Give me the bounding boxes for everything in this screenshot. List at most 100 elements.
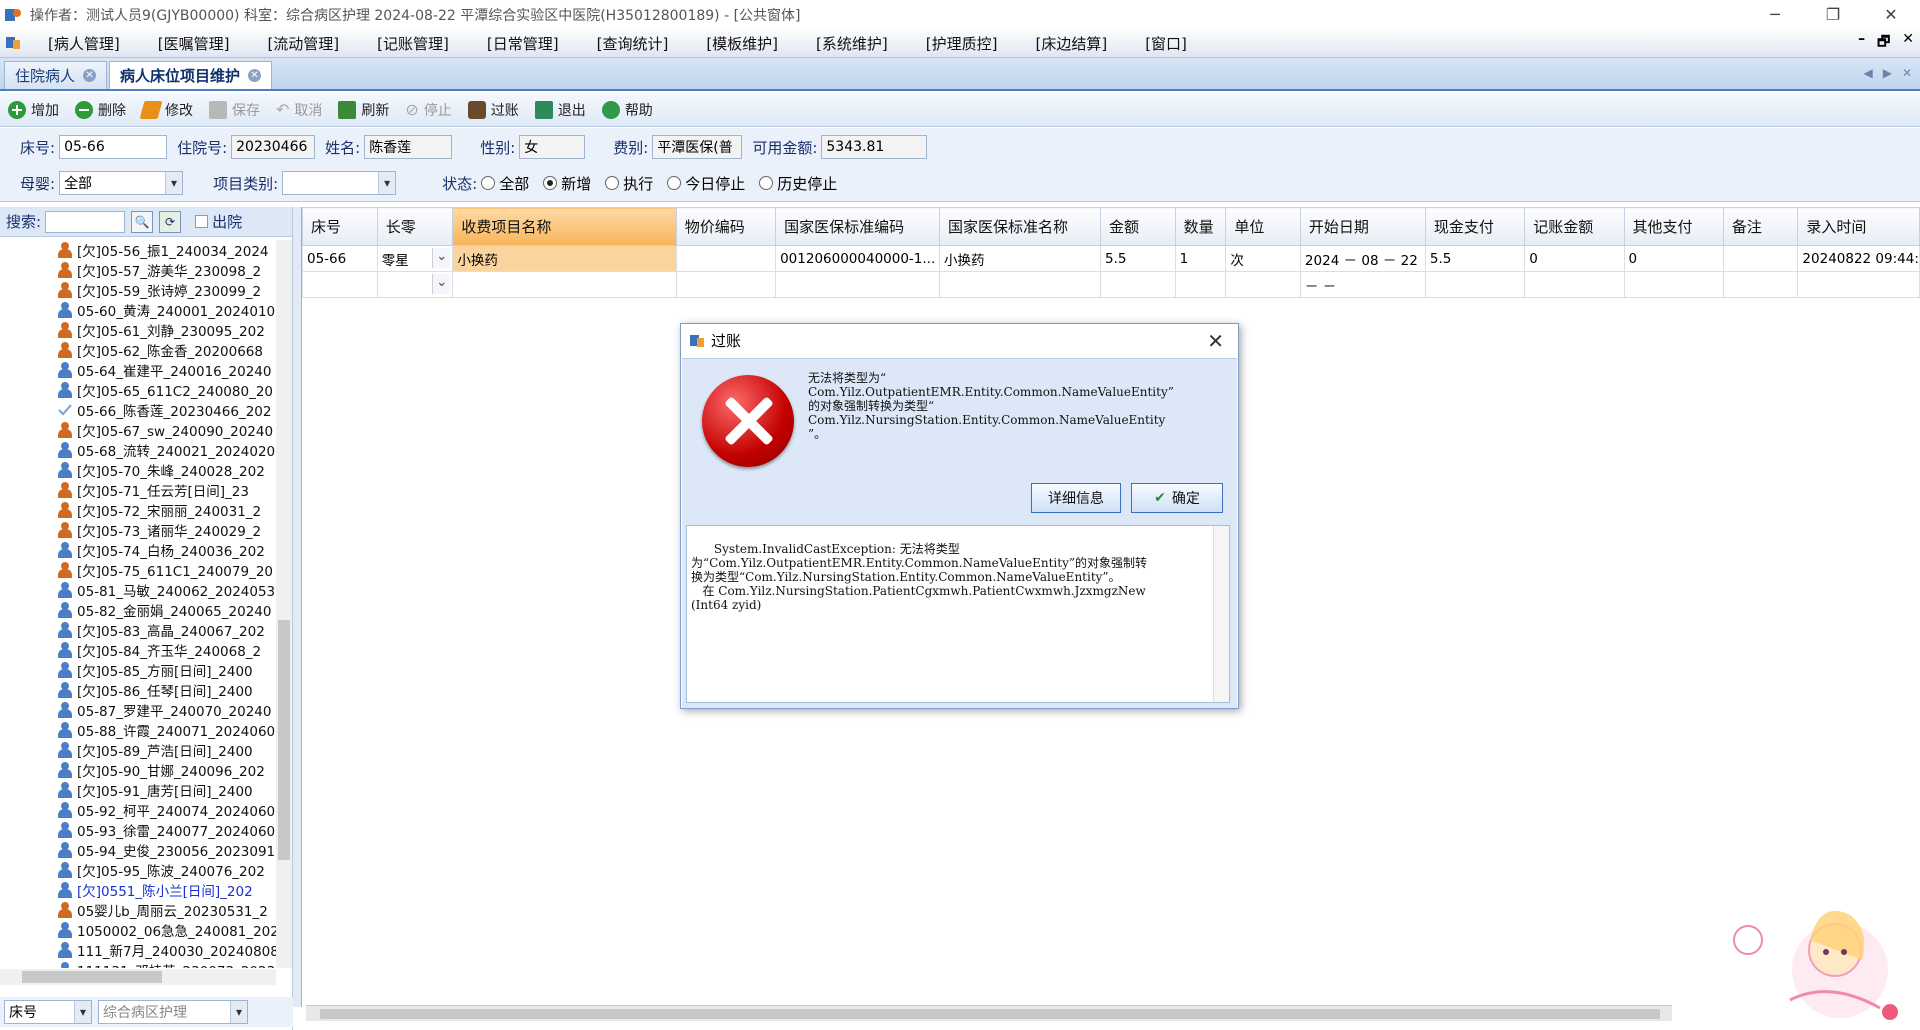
table-cell[interactable] [1722,271,1799,298]
column-header[interactable]: 备注 [1722,207,1799,246]
menu-system[interactable]: [系统维护] [794,33,904,54]
table-row[interactable]: ⌄ － － [302,271,1920,298]
balance-field[interactable]: 5343.81 [821,135,928,159]
patient-tree-item[interactable]: [欠]0551_陈小兰[日间]_202 [0,880,276,900]
table-cell[interactable] [675,271,777,298]
menu-orders[interactable]: [医嘱管理] [136,33,246,54]
table-cell[interactable]: 05-66 [302,245,378,272]
table-cell[interactable] [1100,271,1176,298]
patient-tree-item[interactable]: [欠]05-61_刘静_230095_202 [0,320,276,340]
minimize-button[interactable]: ─ [1746,0,1804,29]
menu-query[interactable]: [查询统计] [575,33,685,54]
column-header[interactable]: 现金支付 [1424,207,1526,246]
status-radio-executing[interactable]: 执行 [605,173,653,194]
patient-tree-item[interactable]: [欠]05-86_任琴[日间]_2400 [0,680,276,700]
column-header[interactable]: 其他支付 [1623,207,1724,246]
patient-tree-item[interactable]: 05-66_陈香莲_20230466_202 [0,400,276,420]
menu-window[interactable]: [窗口] [1123,33,1203,54]
chevron-down-icon[interactable]: ⌄ [432,248,451,268]
patient-tree-item[interactable]: [欠]05-84_齐玉华_240068_2 [0,640,276,660]
item-category-select[interactable] [282,171,397,195]
patient-tree-item[interactable]: 111131_邓桂英_230073_2023 [0,960,276,968]
patient-tree-item[interactable]: 05-87_罗建平_240070_20240 [0,700,276,720]
menu-billing[interactable]: [记账管理] [355,33,465,54]
tab-next-icon[interactable]: ▶ [1883,66,1892,80]
admission-field[interactable]: 20230466 [231,135,316,159]
patient-tree-item[interactable]: [欠]05-75_611C1_240079_20 [0,560,276,580]
table-cell[interactable] [1424,271,1526,298]
detail-scrollbar[interactable] [1213,526,1229,702]
search-input[interactable] [45,210,126,233]
exit-button[interactable]: 退出 [534,100,586,120]
delete-button[interactable]: 删除 [75,100,126,120]
column-header[interactable]: 国家医保标准编码 [775,207,941,246]
mdi-minimize-button[interactable]: – [1858,31,1865,55]
sort-field-select[interactable]: 床号 [4,1000,92,1024]
status-radio-stopped-today[interactable]: 今日停止 [667,173,745,194]
name-field[interactable]: 陈香莲 [364,135,453,159]
column-header[interactable]: 国家医保标准名称 [939,207,1102,246]
patient-tree-item[interactable]: 05-82_金丽娟_240065_20240 [0,600,276,620]
menu-daily[interactable]: [日常管理] [465,33,575,54]
patient-tree-item[interactable]: 05-64_崔建平_240016_20240 [0,360,276,380]
table-cell[interactable]: 5.5 [1100,245,1176,272]
patient-tree-item[interactable]: [欠]05-91_唐芳[日间]_2400 [0,780,276,800]
column-header[interactable]: 金额 [1100,207,1176,246]
fee-type-field[interactable]: 平潭医保(普 [652,135,743,159]
gender-field[interactable]: 女 [519,135,586,159]
table-cell[interactable]: 0 [1524,245,1625,272]
table-cell[interactable] [1797,271,1920,298]
table-cell[interactable]: 001206000040000-1... [775,245,941,272]
table-cell[interactable]: ⌄ [376,271,454,298]
patient-tree-item[interactable]: 05-68_流转_240021_2024020 [0,440,276,460]
tab-close-icon[interactable]: ✕ [83,69,97,82]
patient-tree-item[interactable]: 111_新7月_240030_20240808 [0,940,276,960]
table-cell[interactable] [1722,245,1799,272]
error-detail-text[interactable]: System.InvalidCastException: 无法将类型 为“Com… [686,525,1230,703]
patient-tree-item[interactable]: [欠]05-59_张诗婷_230099_2 [0,280,276,300]
menu-bedside[interactable]: [床边结算] [1013,33,1123,54]
table-cell[interactable] [1623,271,1724,298]
patient-tree-item[interactable]: 05-94_史俊_230056_2023091 [0,840,276,860]
table-cell[interactable]: 2024 － 08 － 22 [1299,245,1426,272]
patient-tree-item[interactable]: 05-93_徐雷_240077_2024060 [0,820,276,840]
post-button[interactable]: 过账 [467,100,519,120]
splitter[interactable] [293,207,301,1007]
column-header[interactable]: 记账金额 [1524,207,1625,246]
table-cell[interactable] [1524,271,1625,298]
table-row[interactable]: 05-66 零星 ⌄ 小换药 001206000040000-1... 小换药 5.5 1 次 2… [302,245,1920,272]
patient-tree-item[interactable]: 05-92_柯平_240074_2024060 [0,800,276,820]
menu-patient[interactable]: [病人管理] [26,33,136,54]
tree-vertical-scrollbar[interactable] [276,240,292,968]
column-header[interactable]: 单位 [1225,207,1301,246]
menu-flow[interactable]: [流动管理] [245,33,355,54]
table-cell[interactable] [939,271,1102,298]
status-radio-new[interactable]: 新增 [543,173,591,194]
patient-tree-item[interactable]: 1050002_06急急_240081_202 [0,920,276,940]
dialog-close-icon[interactable]: ✕ [1207,329,1224,353]
refresh-button[interactable]: 刷新 [338,100,389,120]
help-button[interactable]: 帮助 [601,100,653,120]
table-cell[interactable] [775,271,941,298]
column-header[interactable]: 长零 [376,207,454,246]
column-header[interactable]: 开始日期 [1299,207,1426,246]
table-cell[interactable]: 1 [1174,245,1227,272]
table-cell[interactable]: 次 [1225,245,1301,272]
patient-tree-item[interactable]: 05-81_马敏_240062_2024053 [0,580,276,600]
close-window-button[interactable]: ✕ [1862,0,1920,29]
table-cell[interactable]: 0 [1623,245,1724,272]
status-radio-all[interactable]: 全部 [481,173,529,194]
stop-button[interactable]: ⊘ 停止 [405,100,451,120]
column-header[interactable]: 床号 [302,207,378,246]
column-header[interactable]: 录入时间 [1797,207,1920,246]
patient-tree[interactable]: [欠]05-56_振1_240034_2024 [欠]05-57_游美华_2300… [0,240,276,968]
patient-tree-item[interactable]: [欠]05-57_游美华_230098_2 [0,260,276,280]
tab-bed-items[interactable]: 病人床位项目维护 ✕ [109,61,273,89]
restore-button[interactable]: ❐ [1804,0,1862,29]
tab-inpatients[interactable]: 住院病人 ✕ [4,61,108,89]
tree-horizontal-scrollbar[interactable] [0,969,276,985]
tab-close-all-icon[interactable]: ✕ [1902,66,1912,80]
patient-tree-item[interactable]: [欠]05-90_甘娜_240096_202 [0,760,276,780]
column-header[interactable]: 收费项目名称 [452,207,677,246]
table-cell[interactable]: 小换药 [939,245,1102,272]
